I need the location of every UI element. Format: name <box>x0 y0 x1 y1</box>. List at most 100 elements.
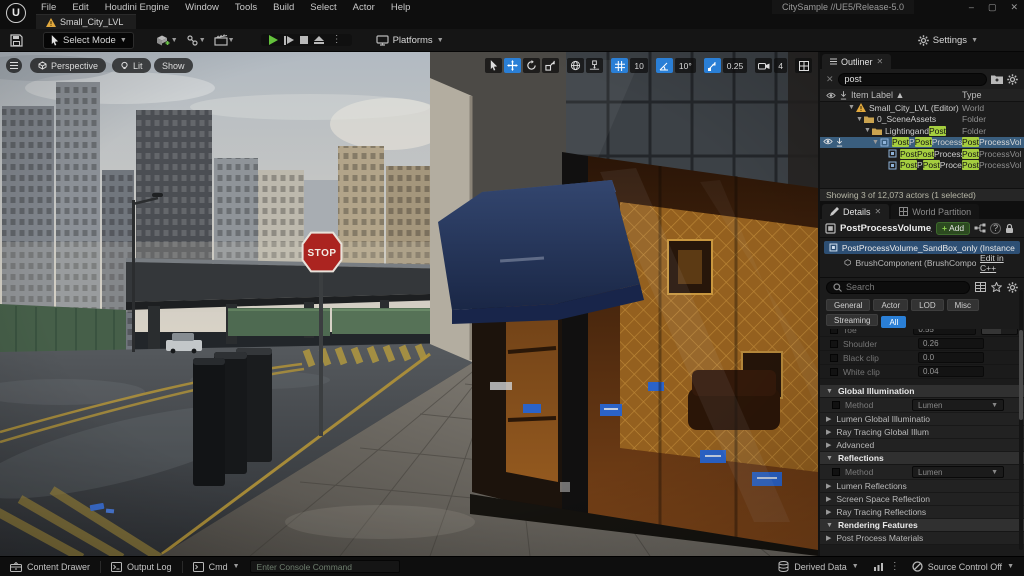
override-checkbox[interactable] <box>830 329 838 334</box>
scale-snap-toggle[interactable] <box>704 58 721 73</box>
details-settings-gear-icon[interactable] <box>1007 282 1018 293</box>
close-button[interactable]: ✕ <box>1010 2 1018 13</box>
rotate-tool-button[interactable] <box>523 58 540 73</box>
maximize-viewport-button[interactable] <box>795 58 812 73</box>
outliner-row[interactable]: ▼Small_City_LVL (Editor)World <box>820 102 1024 114</box>
expander-icon[interactable]: ▼ <box>848 104 856 111</box>
property-row-white-clip[interactable]: White clip0.04 <box>820 365 1024 379</box>
level-tab[interactable]: Small_City_LVL <box>36 14 136 29</box>
camera-speed-value[interactable]: 4 <box>774 58 787 73</box>
rotation-snap-toggle[interactable] <box>656 58 673 73</box>
tab-world-partition[interactable]: World Partition <box>891 204 979 219</box>
section-header-reflections[interactable]: ▼Reflections <box>820 452 1024 465</box>
perspective-dropdown[interactable]: Perspective <box>30 58 106 73</box>
tab-outliner[interactable]: Outliner✕ <box>822 54 891 69</box>
move-tool-button[interactable] <box>504 58 521 73</box>
outliner-search-input[interactable]: post <box>838 73 987 86</box>
expander-icon[interactable]: ▼ <box>864 127 872 134</box>
world-local-toggle[interactable] <box>567 58 584 73</box>
scale-snap-value[interactable]: 0.25 <box>723 58 748 73</box>
collapsed-row-post-process-materials[interactable]: ▶Post Process Materials <box>820 532 1024 545</box>
grid-snap-value[interactable]: 10 <box>630 58 647 73</box>
outliner-row[interactable]: PostPostProcessVolumePostProcessVolume <box>820 148 1024 160</box>
menu-item-build[interactable]: Build <box>266 2 301 13</box>
expander-icon[interactable]: ▼ <box>856 116 864 123</box>
camera-speed-button[interactable] <box>755 58 772 73</box>
menu-item-window[interactable]: Window <box>178 2 226 13</box>
source-control-button[interactable]: Source Control Off▼ <box>902 561 1024 572</box>
viewport[interactable]: STOP <box>0 52 818 556</box>
grid-snap-toggle[interactable] <box>611 58 628 73</box>
collapsed-row-screen-space-reflection[interactable]: ▶Screen Space Reflection <box>820 493 1024 506</box>
folder-plus-icon[interactable] <box>991 74 1003 84</box>
category-streaming[interactable]: Streaming <box>826 314 878 326</box>
console-command-input[interactable]: Enter Console Command <box>250 560 400 573</box>
favorites-star-icon[interactable] <box>991 282 1002 292</box>
cmd-dropdown[interactable]: Cmd▼ <box>183 557 250 576</box>
help-icon[interactable]: ? <box>990 223 1001 234</box>
settings-dropdown[interactable]: Settings▼ <box>912 33 984 48</box>
override-checkbox[interactable] <box>830 340 838 348</box>
content-drawer-button[interactable]: Content Drawer <box>0 557 100 576</box>
viewport-menu-button[interactable] <box>6 58 22 73</box>
menu-item-houdini-engine[interactable]: Houdini Engine <box>98 2 176 13</box>
override-checkbox[interactable] <box>832 401 840 409</box>
play-button[interactable] <box>269 35 278 45</box>
edit-in-cpp-link[interactable]: Edit in C++ <box>980 253 1015 273</box>
method-dropdown[interactable]: Lumen▼ <box>912 466 1004 478</box>
method-row[interactable]: MethodLumen▼ <box>820 398 1024 413</box>
outliner-row[interactable]: ▼PostPPostProcessVolumePostProcessVolume <box>820 137 1024 149</box>
outliner-row[interactable]: ▼0_SceneAssetsFolder <box>820 114 1024 126</box>
override-checkbox[interactable] <box>832 468 840 476</box>
property-value[interactable]: 0.26 <box>918 338 984 349</box>
category-all[interactable]: All <box>881 316 906 328</box>
collapsed-row-lumen-global-illuminatio[interactable]: ▶Lumen Global Illuminatio <box>820 413 1024 426</box>
step-button[interactable] <box>284 36 294 45</box>
override-checkbox[interactable] <box>830 354 838 362</box>
menu-item-select[interactable]: Select <box>303 2 343 13</box>
property-value[interactable]: 0.04 <box>918 366 984 377</box>
stop-button[interactable] <box>300 36 308 44</box>
maximize-button[interactable]: ▢ <box>988 2 997 13</box>
close-icon[interactable]: ✕ <box>875 207 882 216</box>
property-value[interactable]: 0.55 <box>913 329 975 335</box>
details-scrollbar[interactable] <box>1019 290 1023 550</box>
property-value[interactable]: 0.0 <box>918 352 984 363</box>
status-kebab-icon[interactable]: ⋮ <box>888 562 902 572</box>
category-actor[interactable]: Actor <box>873 299 908 311</box>
override-checkbox[interactable] <box>830 368 838 376</box>
collapsed-row-lumen-reflections[interactable]: ▶Lumen Reflections <box>820 480 1024 493</box>
category-misc[interactable]: Misc <box>947 299 979 311</box>
menu-item-edit[interactable]: Edit <box>65 2 95 13</box>
method-dropdown[interactable]: Lumen▼ <box>912 399 1004 411</box>
display-filter-icon[interactable] <box>975 282 986 292</box>
play-options-kebab-icon[interactable]: ⋮ <box>330 35 344 45</box>
show-dropdown[interactable]: Show <box>154 58 193 73</box>
select-tool-button[interactable] <box>485 58 502 73</box>
scale-tool-button[interactable] <box>542 58 559 73</box>
category-general[interactable]: General <box>826 299 870 311</box>
collapsed-row-advanced[interactable]: ▶Advanced <box>820 439 1024 452</box>
performance-icon[interactable] <box>869 562 888 572</box>
collapsed-row-ray-tracing-reflections[interactable]: ▶Ray Tracing Reflections <box>820 506 1024 519</box>
node-graph-icon[interactable] <box>974 223 986 233</box>
property-slider[interactable] <box>981 329 1018 335</box>
collapsed-row-ray-tracing-global-illum[interactable]: ▶Ray Tracing Global Illum <box>820 426 1024 439</box>
unreal-logo-icon[interactable]: U <box>6 3 26 23</box>
tab-details[interactable]: Details✕ <box>822 204 889 219</box>
outliner-settings-gear-icon[interactable] <box>1007 74 1018 85</box>
close-icon[interactable]: ✕ <box>877 57 884 66</box>
property-row-black-clip[interactable]: Black clip0.0 <box>820 351 1024 365</box>
property-row-toe[interactable]: Toe0.55 <box>820 329 1024 337</box>
minimize-button[interactable]: – <box>969 2 974 12</box>
outliner-column-header[interactable]: Item Label ▲ Type <box>820 89 1024 102</box>
save-icon[interactable] <box>6 32 27 48</box>
section-header-rendering-features[interactable]: ▼Rendering Features <box>820 519 1024 532</box>
add-actor-icon[interactable]: ▼ <box>152 32 182 48</box>
clear-search-icon[interactable]: ✕ <box>826 74 834 85</box>
add-component-button[interactable]: +Add <box>936 222 970 235</box>
menu-item-file[interactable]: File <box>34 2 63 13</box>
method-row[interactable]: MethodLumen▼ <box>820 465 1024 480</box>
platforms-dropdown[interactable]: Platforms▼ <box>370 33 450 48</box>
select-mode-dropdown[interactable]: Select Mode▼ <box>43 32 134 49</box>
